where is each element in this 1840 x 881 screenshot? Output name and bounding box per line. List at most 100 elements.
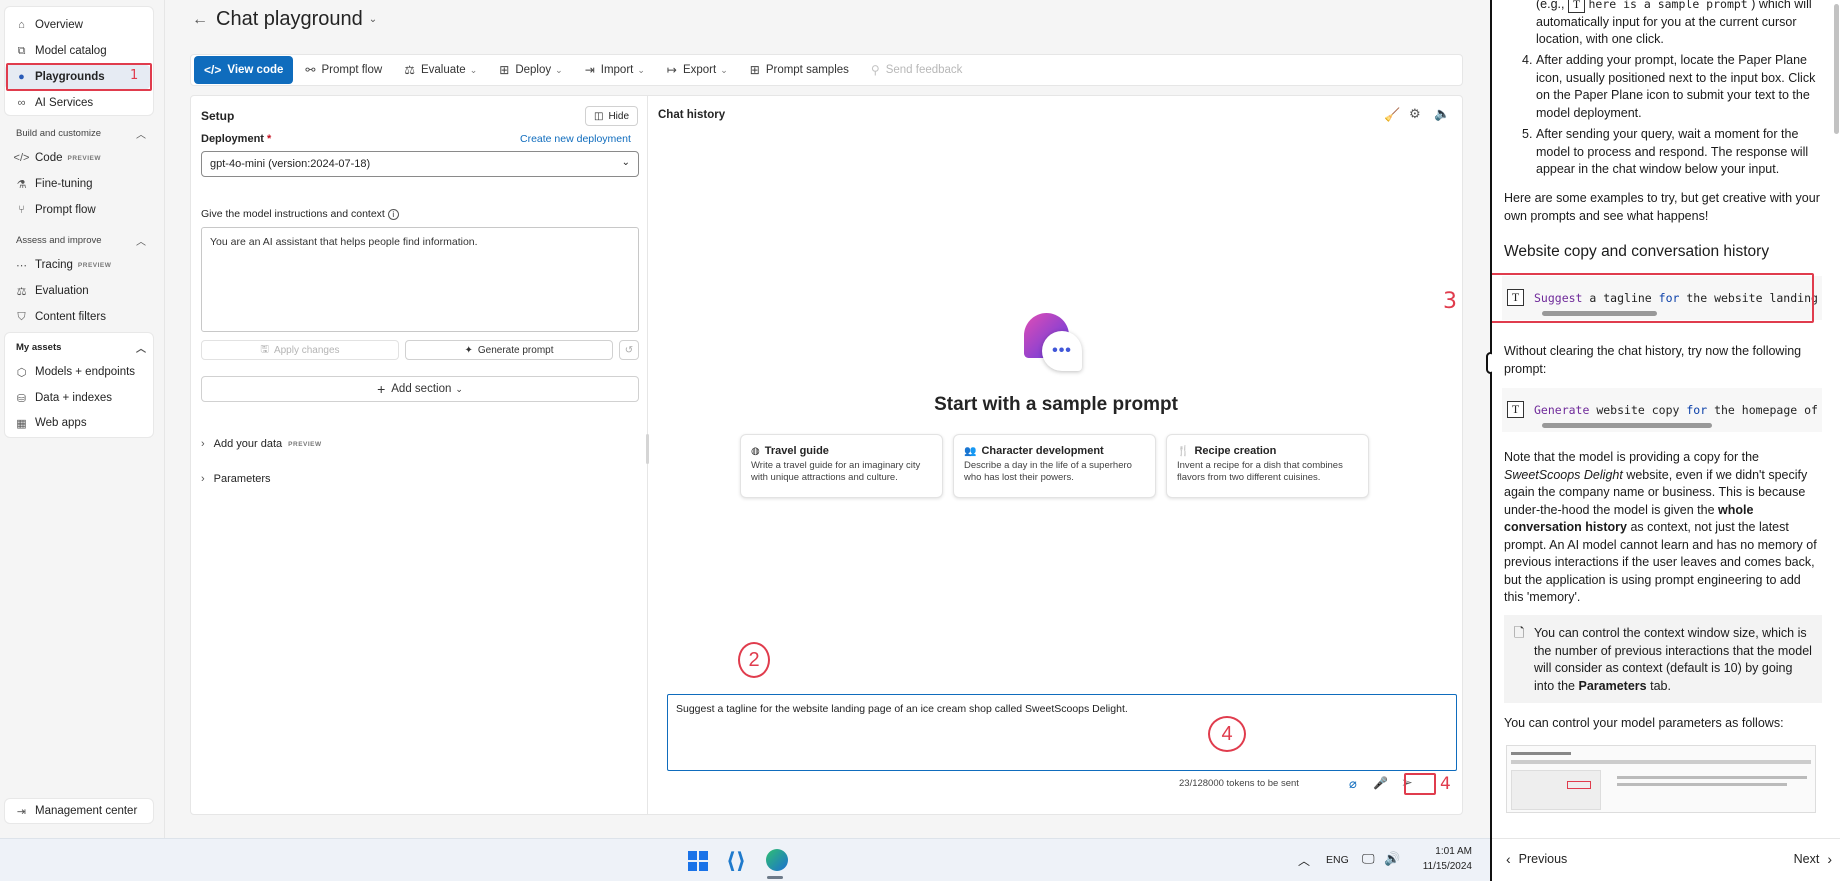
sample-title: Character development: [981, 445, 1104, 457]
add-section-button[interactable]: + Add section ⌄: [201, 376, 639, 402]
shield-icon: ⛉: [17, 310, 26, 323]
text-insert-icon[interactable]: T: [1507, 401, 1524, 418]
save-icon: 🖫: [260, 343, 269, 355]
sidebar-item-fine-tuning[interactable]: ⚗ Fine-tuning: [5, 172, 150, 196]
create-new-deployment-link[interactable]: Create new deployment: [520, 133, 631, 145]
flow-icon: ⚯: [305, 63, 316, 77]
network-icon[interactable]: 🖵: [1362, 851, 1375, 867]
evaluation-icon: ⚖: [16, 285, 27, 298]
button-label: Next: [1793, 852, 1820, 866]
sidebar-item-label: Models + endpoints: [35, 366, 136, 378]
apply-changes-button[interactable]: 🖫 Apply changes: [201, 340, 399, 360]
main-panel: Setup ◫ Hide Deployment * Create new depl…: [190, 95, 1463, 815]
prompt-flow-button[interactable]: ⚯ Prompt flow: [295, 56, 392, 84]
sample-card-recipe-creation[interactable]: 🍴 Recipe creation Invent a recipe for a d…: [1166, 434, 1369, 498]
sidebar-item-tracing[interactable]: ⋯ Tracing PREVIEW: [5, 253, 150, 277]
sidebar: ⌂ Overview ⧉ Model catalog ● Playgrounds ∞ A…: [0, 0, 165, 838]
examples-intro: Here are some examples to try, but get c…: [1504, 191, 1820, 223]
import-button[interactable]: ⇥ Import ⌄: [575, 56, 655, 84]
step-4-text: After adding your prompt, locate the Pap…: [1536, 53, 1816, 120]
sidebar-item-label: Code: [35, 152, 63, 164]
edge-browser-icon[interactable]: [766, 849, 788, 871]
deploy-button[interactable]: ⊞ Deploy ⌄: [489, 56, 572, 84]
language-indicator[interactable]: ENG: [1326, 854, 1349, 866]
clock-time[interactable]: 1:01 AM: [1430, 846, 1472, 857]
vertical-scrollbar[interactable]: [1834, 4, 1839, 134]
section-assess[interactable]: Assess and improve ︿: [16, 233, 146, 248]
next-button[interactable]: Next ›: [1794, 851, 1832, 867]
button-label: Prompt flow: [321, 64, 383, 76]
chat-input[interactable]: Suggest a tagline for the website landin…: [667, 694, 1457, 771]
back-arrow-icon[interactable]: ←: [192, 11, 208, 29]
info-icon[interactable]: i: [387, 209, 399, 220]
chevron-down-icon: ⌄: [637, 64, 645, 75]
evaluate-button[interactable]: ⚖ Evaluate ⌄: [394, 56, 487, 84]
sidebar-item-models-endpoints[interactable]: ⬡ Models + endpoints: [5, 360, 150, 384]
volume-icon[interactable]: 🔊: [1384, 851, 1400, 867]
sample-card-travel-guide[interactable]: ◍ Travel guide Write a travel guide for a…: [740, 434, 943, 498]
chevron-up-icon: ︿: [136, 130, 146, 141]
parameters-row[interactable]: › Parameters: [201, 473, 271, 485]
sidebar-item-prompt-flow[interactable]: ⑂ Prompt flow: [5, 198, 150, 222]
previous-button[interactable]: ‹ Previous: [1506, 851, 1567, 867]
add-your-data-row[interactable]: › Add your data PREVIEW: [201, 438, 322, 450]
sidebar-item-ai-services[interactable]: ∞ AI Services: [5, 91, 150, 115]
sidebar-item-content-filters[interactable]: ⛉ Content filters: [5, 305, 150, 329]
reset-icon: ↺: [624, 344, 634, 356]
speaker-icon[interactable]: 🔈: [1434, 106, 1450, 122]
reset-button[interactable]: ↺: [619, 340, 639, 360]
gear-icon[interactable]: ⚙: [1409, 106, 1421, 122]
code-token: for: [1686, 403, 1708, 417]
chevron-down-icon: ⌄: [621, 157, 630, 168]
sidebar-item-overview[interactable]: ⌂ Overview: [5, 13, 150, 37]
sidebar-item-code[interactable]: </> Code PREVIEW: [5, 146, 150, 170]
hide-panel-icon: ◫: [593, 110, 604, 122]
system-message-textarea[interactable]: You are an AI assistant that helps peopl…: [201, 227, 639, 332]
export-button[interactable]: ↦ Export ⌄: [657, 56, 738, 84]
generate-prompt-button[interactable]: ✦ Generate prompt: [405, 340, 613, 360]
text-insert-icon[interactable]: T: [1567, 0, 1585, 14]
sample-card-character-development[interactable]: 👥 Character development Describe a day in…: [953, 434, 1156, 498]
chat-bubbles-logo: •••: [1024, 313, 1084, 373]
text-run: Note that the model is providing a copy …: [1504, 450, 1760, 464]
sidebar-item-evaluation[interactable]: ⚖ Evaluation: [5, 279, 150, 303]
plus-icon: +: [377, 381, 386, 397]
deployment-select[interactable]: gpt-4o-mini (version:2024-07-18) ⌄: [201, 151, 639, 177]
code-token: Generate: [1534, 403, 1590, 417]
broom-icon[interactable]: 🧹: [1384, 107, 1400, 123]
chat-history-title: Chat history: [658, 109, 726, 121]
hide-button[interactable]: ◫ Hide: [585, 106, 638, 126]
sidebar-item-data-indexes[interactable]: ⛁ Data + indexes: [5, 386, 150, 410]
people-icon: 👥: [964, 445, 977, 457]
send-feedback-button[interactable]: ⚲ Send feedback: [861, 56, 973, 84]
chevron-down-icon[interactable]: ⌄: [369, 14, 377, 25]
sparkle-icon: ✦: [464, 344, 473, 356]
sidebar-item-model-catalog[interactable]: ⧉ Model catalog: [5, 39, 150, 63]
clock-date[interactable]: 11/15/2024: [1415, 861, 1472, 872]
globe-icon: ◍: [751, 445, 760, 457]
chevron-up-icon[interactable]: ︿: [1298, 852, 1310, 869]
add-your-data-label: Add your data: [213, 438, 283, 450]
windows-start-icon[interactable]: [688, 851, 708, 871]
sidebar-item-web-apps[interactable]: ▦ Web apps: [5, 411, 150, 435]
annotation-number-2: 2: [748, 648, 760, 671]
microphone-icon[interactable]: 🎤: [1373, 776, 1388, 790]
sidebar-item-label: Data + indexes: [35, 392, 113, 404]
sidebar-item-label: Evaluation: [35, 285, 89, 297]
cube-icon: ⧉: [17, 44, 26, 57]
screenshot-thumbnail[interactable]: [1506, 745, 1816, 813]
section-build[interactable]: Build and customize ︿: [16, 126, 146, 141]
code-block-prompt-2[interactable]: T Generate website copy for the homepage…: [1502, 388, 1822, 432]
view-code-button[interactable]: </> View code: [194, 56, 294, 84]
chevron-down-icon: ⌄: [469, 64, 478, 75]
prompt-samples-button[interactable]: ⊞ Prompt samples: [740, 56, 859, 84]
management-center-link[interactable]: ⇥ Management center: [5, 799, 150, 823]
attach-icon[interactable]: ⌀: [1349, 776, 1357, 792]
instructions-pane: (e.g., T here is a sample prompt ) which…: [1492, 0, 1840, 881]
horizontal-scrollbar[interactable]: [1542, 423, 1712, 428]
section-my-assets[interactable]: My assets ︿: [16, 340, 146, 355]
utensils-icon: 🍴: [1177, 445, 1190, 457]
button-label: Import: [600, 64, 634, 76]
params-text: You can control your model parameters as…: [1504, 716, 1784, 730]
vscode-icon[interactable]: ⟨⟩: [726, 848, 746, 874]
